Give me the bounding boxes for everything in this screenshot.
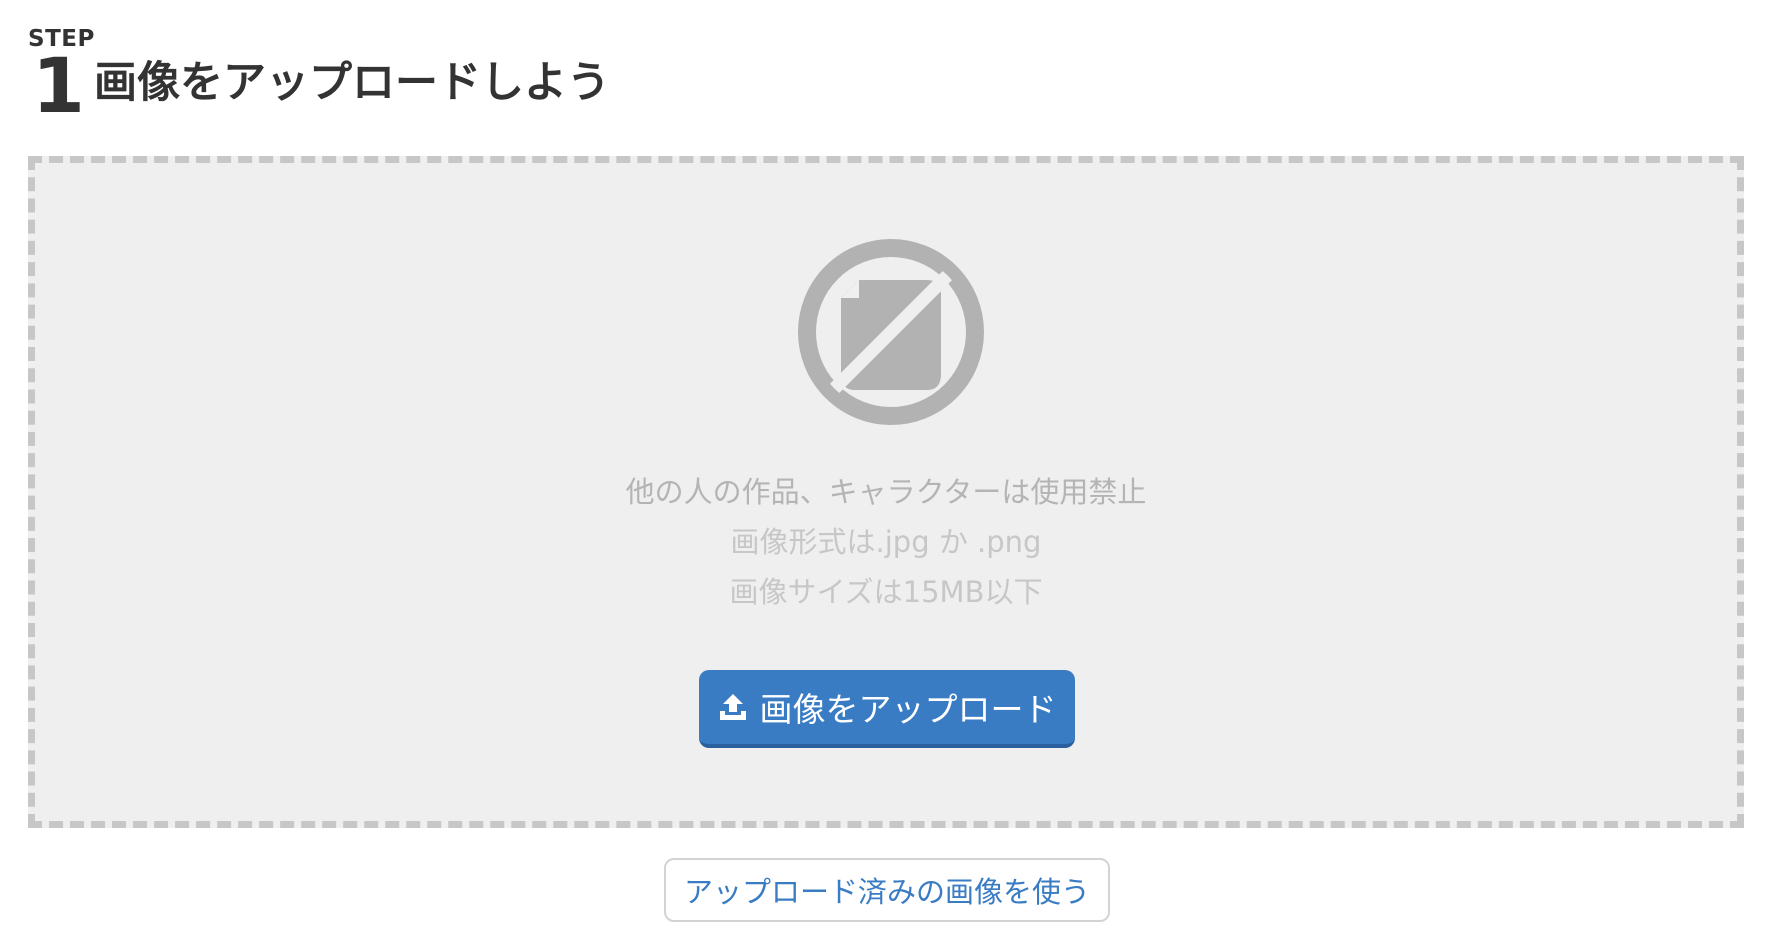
- format-note: 画像形式は.jpg か .png: [730, 525, 1042, 559]
- warning-note: 他の人の作品、キャラクターは使用禁止: [625, 475, 1147, 509]
- step-header: STEP 1 画像をアップロードしよう: [28, 22, 728, 132]
- upload-page: STEP 1 画像をアップロードしよう 他の人の作品、キャラクターは使用禁止 画…: [0, 0, 1774, 948]
- no-image-icon: [798, 239, 984, 425]
- image-drop-zone[interactable]: 他の人の作品、キャラクターは使用禁止 画像形式は.jpg か .png 画像サイ…: [28, 156, 1744, 828]
- upload-image-button[interactable]: 画像をアップロード: [699, 670, 1075, 748]
- size-note: 画像サイズは15MB以下: [729, 575, 1043, 609]
- upload-button-label: 画像をアップロード: [759, 690, 1057, 729]
- step-number: 1: [32, 41, 85, 130]
- upload-icon: [719, 694, 746, 720]
- page-title: 画像をアップロードしよう: [94, 58, 610, 108]
- use-uploaded-images-button[interactable]: アップロード済みの画像を使う: [664, 858, 1110, 922]
- use-uploaded-images-label: アップロード済みの画像を使う: [683, 875, 1090, 909]
